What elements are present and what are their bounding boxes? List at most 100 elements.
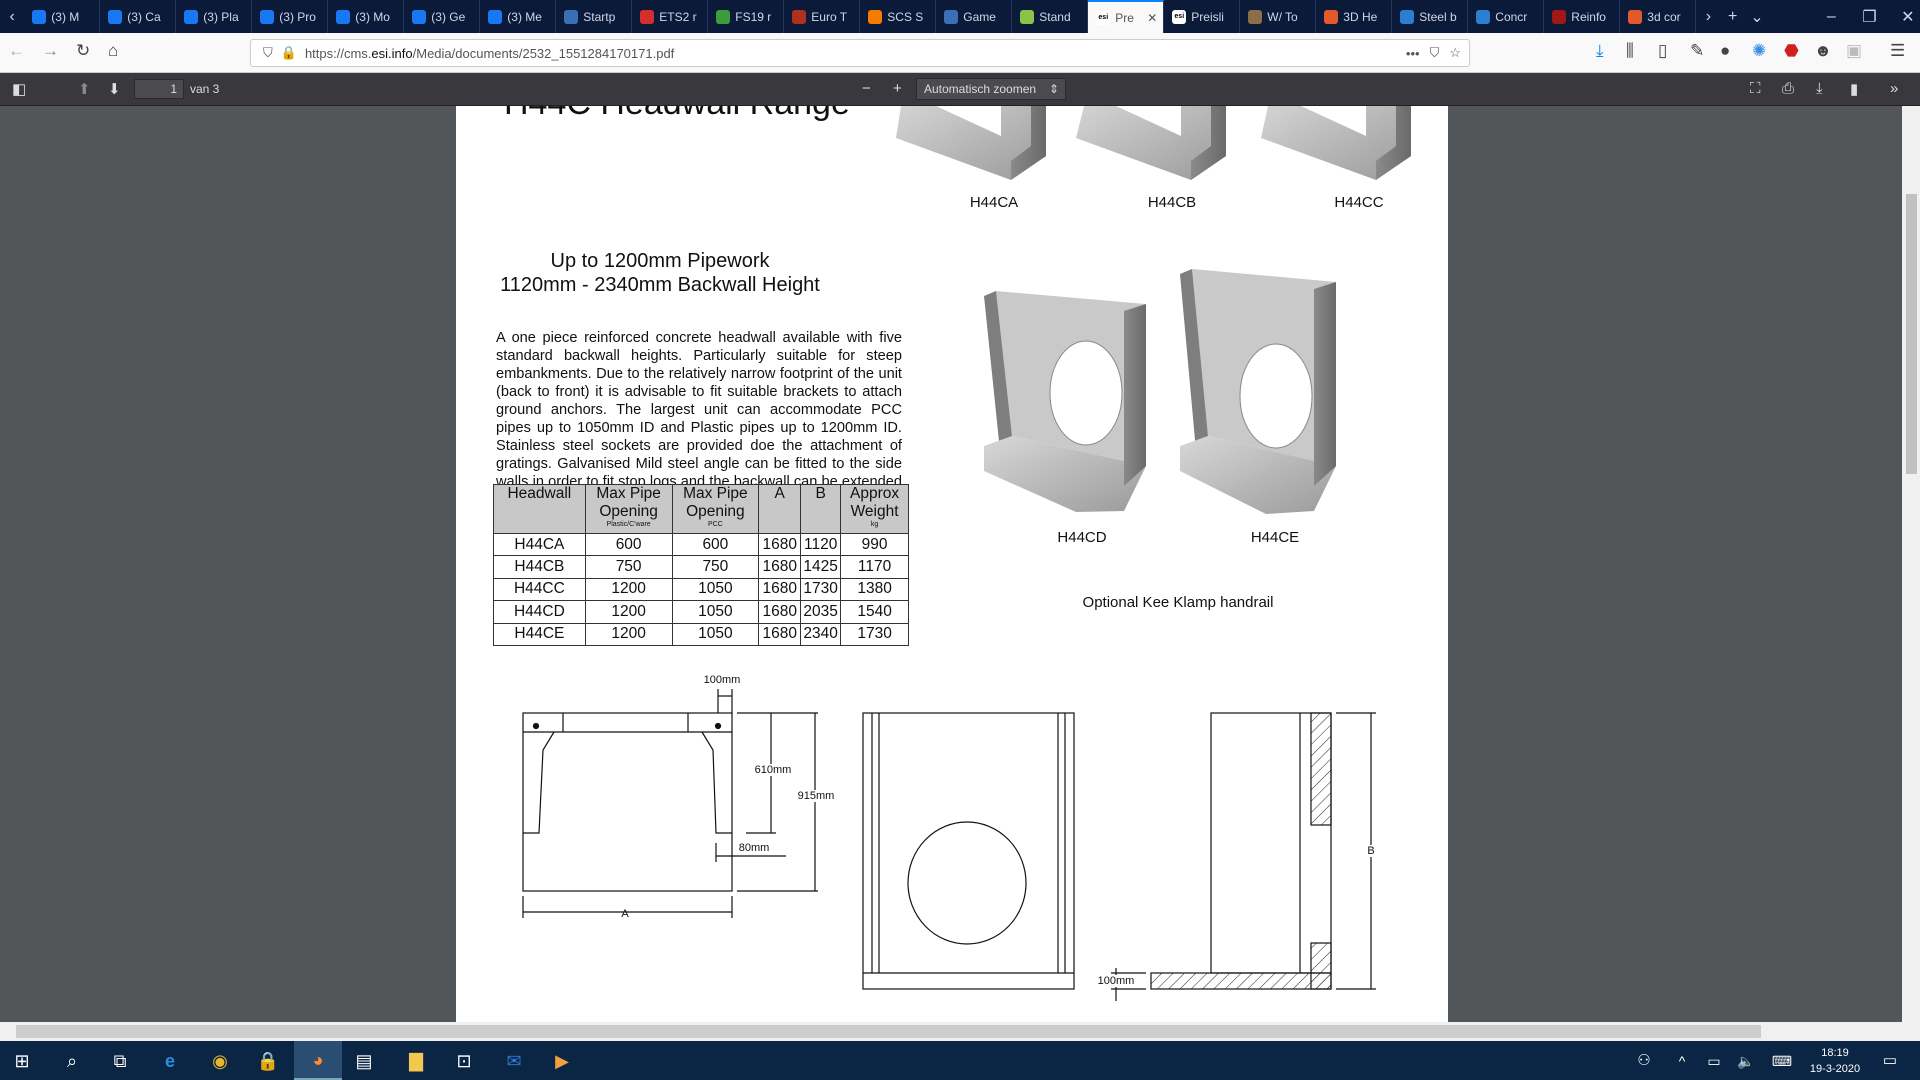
url-bar[interactable]: ⛉ 🔒 https://cms. esi.info/Media/documents… bbox=[250, 39, 1470, 67]
zoom-in-button[interactable]: + bbox=[893, 80, 902, 97]
horizontal-scroll-thumb[interactable] bbox=[16, 1025, 1761, 1038]
tab[interactable]: Game bbox=[936, 0, 1013, 33]
facebook-icon bbox=[108, 9, 123, 24]
presentation-mode-icon[interactable]: ⛶ bbox=[1750, 80, 1761, 97]
tab[interactable]: Reinfo bbox=[1544, 0, 1621, 33]
network-icon[interactable]: ▭ bbox=[1700, 1047, 1728, 1075]
tab[interactable]: FS19 r bbox=[708, 0, 785, 33]
forward-icon[interactable]: → bbox=[42, 41, 59, 61]
pocket-icon[interactable]: ⛉ bbox=[1430, 45, 1440, 61]
bookmark-icon[interactable]: ▮ bbox=[1850, 80, 1858, 98]
tab[interactable]: 3d cor bbox=[1620, 0, 1697, 33]
page-number-input[interactable]: 1 bbox=[134, 79, 184, 99]
tab-label: (3) Mo bbox=[355, 9, 390, 24]
tools-icon[interactable]: » bbox=[1890, 80, 1898, 97]
vertical-scroll-thumb[interactable] bbox=[1906, 194, 1917, 474]
close-tab-icon[interactable]: ✕ bbox=[1147, 11, 1157, 25]
keyboard-icon[interactable]: ⌨ bbox=[1768, 1047, 1796, 1075]
download-icon[interactable]: ⤓ bbox=[1596, 41, 1604, 61]
tab-label: (3) Ge bbox=[431, 9, 466, 24]
start-icon[interactable]: ⊞ bbox=[8, 1047, 36, 1075]
adblock-icon[interactable]: ⬣ bbox=[1784, 41, 1799, 61]
print-icon[interactable]: ⎙ bbox=[1782, 80, 1794, 97]
tab[interactable]: (3) Pla bbox=[176, 0, 253, 33]
new-tab-button[interactable]: + bbox=[1721, 8, 1745, 26]
tab-scroll-left-icon[interactable]: ‹ bbox=[0, 8, 24, 26]
tab[interactable]: Stand bbox=[1012, 0, 1089, 33]
reload-icon[interactable]: ↻ bbox=[76, 41, 90, 61]
tab[interactable]: esi Pre ✕ bbox=[1088, 0, 1165, 33]
dimension-label: 915mm bbox=[797, 790, 835, 802]
app-icon[interactable]: ▤ bbox=[350, 1047, 378, 1075]
drawing-side-section bbox=[1111, 712, 1376, 1001]
pdf-viewer[interactable]: H44C Headwall Range Up to 1200mm Pipewor… bbox=[0, 106, 1902, 1022]
store-icon[interactable]: ⊡ bbox=[450, 1047, 478, 1075]
zoom-out-button[interactable]: − bbox=[862, 80, 871, 97]
horizontal-scrollbar[interactable] bbox=[0, 1022, 1920, 1041]
tb-icon bbox=[564, 9, 579, 24]
library-icon[interactable]: ⫼ bbox=[1626, 41, 1634, 61]
lock-icon[interactable]: 🔒 bbox=[281, 45, 297, 61]
volume-icon[interactable]: 🔈 bbox=[1732, 1047, 1760, 1075]
outlook-icon[interactable]: ✉ bbox=[500, 1047, 528, 1075]
account-icon[interactable]: ● bbox=[1720, 41, 1730, 61]
file-explorer-icon[interactable]: ▇ bbox=[402, 1047, 430, 1075]
tab[interactable]: ETS2 r bbox=[632, 0, 709, 33]
zoom-select[interactable]: Automatisch zoomen ⇕ bbox=[916, 78, 1066, 100]
vertical-scrollbar[interactable] bbox=[1902, 106, 1920, 1022]
shield-icon[interactable]: ⛉ bbox=[263, 45, 273, 61]
tab[interactable]: (3) Me bbox=[480, 0, 557, 33]
tab[interactable]: (3) Mo bbox=[328, 0, 405, 33]
tab-label: (3) Ca bbox=[127, 9, 161, 24]
chrome-icon[interactable]: ◉ bbox=[206, 1047, 234, 1075]
bookmark-star-icon[interactable]: ☆ bbox=[1449, 45, 1461, 61]
extension-icon[interactable]: ✎ bbox=[1690, 41, 1704, 61]
tab[interactable]: Euro T bbox=[784, 0, 861, 33]
back-icon[interactable]: ← bbox=[8, 41, 25, 61]
tab-scroll-right-icon[interactable]: › bbox=[1696, 8, 1720, 26]
facebook-icon bbox=[32, 9, 47, 24]
previous-page-icon[interactable]: ⬆ bbox=[78, 80, 91, 98]
tab[interactable]: (3) Ge bbox=[404, 0, 481, 33]
people-icon[interactable]: ⚇ bbox=[1630, 1047, 1658, 1075]
tab[interactable]: Startp bbox=[556, 0, 633, 33]
tab-label: Game bbox=[963, 9, 996, 24]
media-player-icon[interactable]: ▶ bbox=[548, 1047, 576, 1075]
tab[interactable]: SCS S bbox=[860, 0, 937, 33]
tab[interactable]: esi Preisli bbox=[1164, 0, 1241, 33]
image-label: H44CE bbox=[1250, 529, 1300, 546]
tab[interactable]: Concr bbox=[1468, 0, 1545, 33]
task-view-icon[interactable]: ⧉ bbox=[106, 1047, 134, 1075]
next-page-icon[interactable]: ⬇ bbox=[108, 80, 121, 98]
extension-spy-icon[interactable]: ☻ bbox=[1814, 41, 1832, 61]
notifications-icon[interactable]: ▭ bbox=[1876, 1047, 1904, 1075]
restore-button[interactable]: ❐ bbox=[1857, 7, 1881, 27]
extension-globe-icon[interactable]: ✺ bbox=[1752, 41, 1766, 61]
url-domain: esi.info bbox=[371, 45, 413, 61]
firefox-icon[interactable]: ◕ bbox=[294, 1041, 342, 1080]
sidebar-toggle-icon[interactable]: ◧ bbox=[12, 80, 26, 98]
esi-icon: esi bbox=[1172, 9, 1187, 24]
tab[interactable]: (3) Pro bbox=[252, 0, 329, 33]
tab[interactable]: (3) Ca bbox=[100, 0, 177, 33]
page-actions-icon[interactable]: ••• bbox=[1406, 46, 1420, 61]
url-prefix: https://cms. bbox=[304, 45, 372, 61]
minimize-button[interactable]: – bbox=[1819, 8, 1843, 26]
home-icon[interactable]: ⌂ bbox=[108, 41, 118, 61]
lock-app-icon[interactable]: 🔒 bbox=[254, 1047, 282, 1075]
search-icon[interactable]: ⌕ bbox=[58, 1047, 86, 1075]
edge-icon[interactable]: e bbox=[156, 1047, 184, 1075]
tab[interactable]: 3D He bbox=[1316, 0, 1393, 33]
close-window-button[interactable]: ✕ bbox=[1896, 7, 1920, 27]
clock-date: 19-3-2020 bbox=[1809, 1063, 1861, 1075]
menu-icon[interactable]: ☰ bbox=[1890, 41, 1905, 61]
extension-shield-icon[interactable]: ▣ bbox=[1846, 41, 1862, 61]
tab-list-chevron-icon[interactable]: ⌄ bbox=[1745, 7, 1769, 27]
save-icon[interactable]: ⤓ bbox=[1816, 80, 1823, 97]
clock[interactable]: 18:19 19-3-2020 bbox=[1805, 1045, 1865, 1077]
tab[interactable]: W/ To bbox=[1240, 0, 1317, 33]
tray-chevron-icon[interactable]: ^ bbox=[1668, 1047, 1696, 1075]
sidebar-icon[interactable]: ▯ bbox=[1658, 41, 1667, 61]
tab[interactable]: (3) M bbox=[24, 0, 101, 33]
tab[interactable]: Steel b bbox=[1392, 0, 1469, 33]
